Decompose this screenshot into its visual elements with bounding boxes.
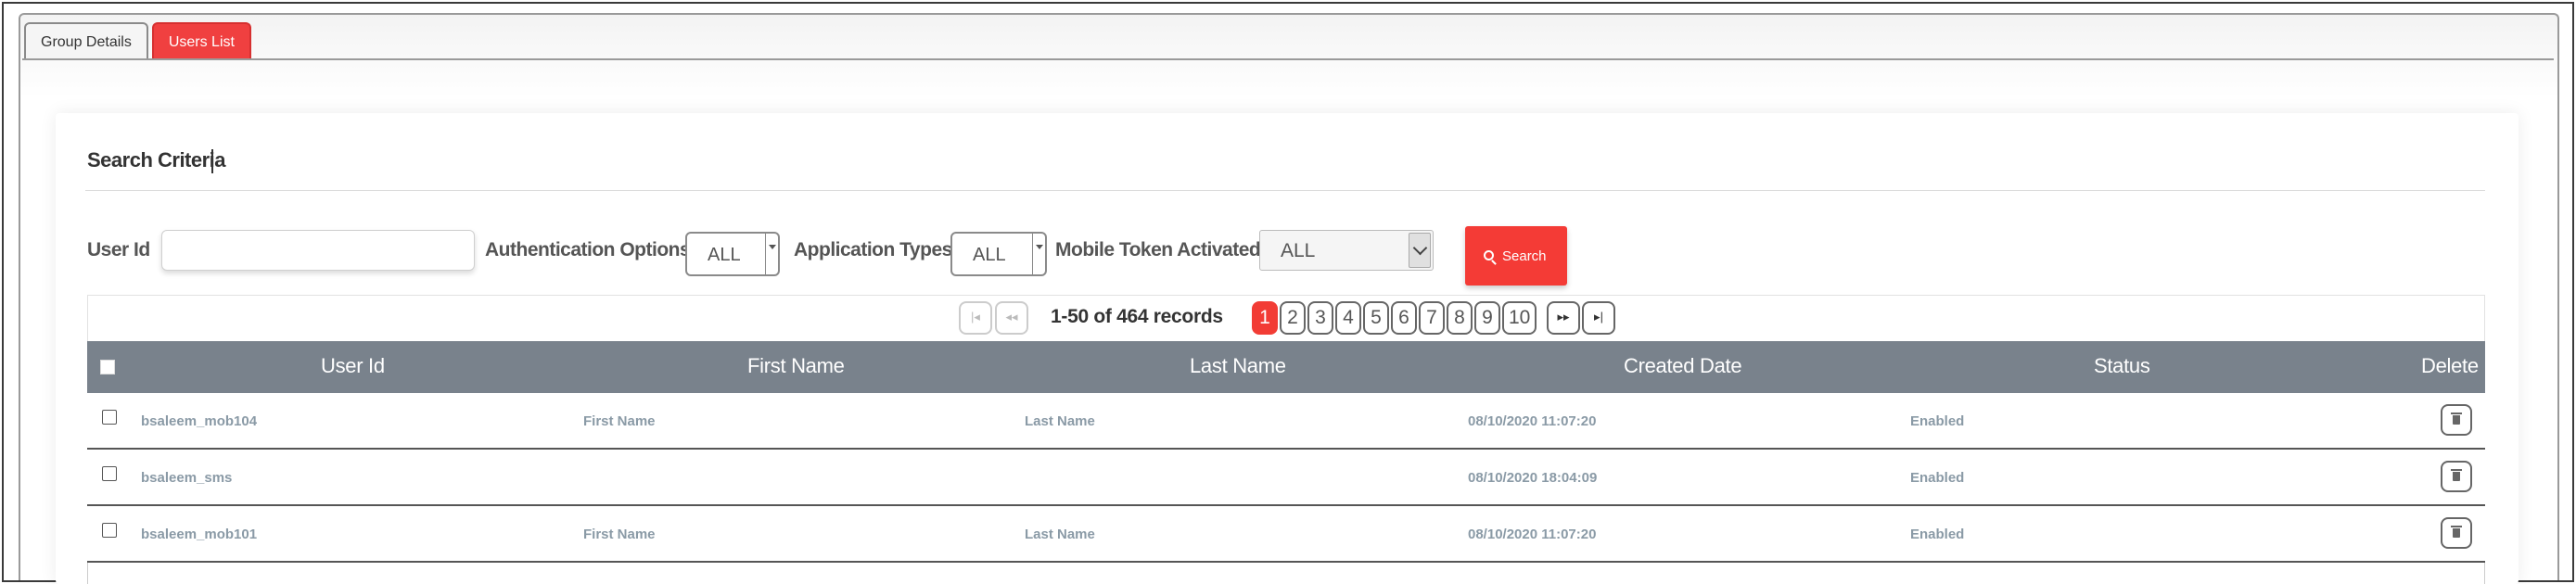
app-types-select[interactable]: ALL xyxy=(950,232,1047,276)
prev-page-icon[interactable]: ◂◂ xyxy=(995,301,1028,335)
trash-icon xyxy=(2451,526,2462,538)
tab-divider xyxy=(22,58,2554,60)
page-9-button[interactable]: 9 xyxy=(1474,301,1500,335)
chevron-down-icon xyxy=(765,234,778,274)
search-button-label: Search xyxy=(1502,248,1547,264)
delete-button[interactable] xyxy=(2441,461,2472,492)
cell-created-date: 08/10/2020 18:04:09 xyxy=(1468,470,1598,486)
tab-users-list[interactable]: Users List xyxy=(151,22,251,59)
chevron-down-icon xyxy=(1409,233,1431,268)
cell-first-name: First Name xyxy=(583,527,656,542)
table-row[interactable]: bsaleem_mob104 First Name Last Name 08/1… xyxy=(87,393,2485,450)
cell-user-id: bsaleem_mob104 xyxy=(141,413,258,429)
cell-user-id: bsaleem_sms xyxy=(141,470,233,486)
auth-options-label: Authentication Options xyxy=(485,239,691,260)
delete-button[interactable] xyxy=(2441,404,2472,436)
row-checkbox[interactable] xyxy=(102,410,117,425)
cell-last-name: Last Name xyxy=(1025,413,1095,429)
first-page-icon[interactable]: |◂ xyxy=(959,301,992,335)
search-icon xyxy=(1484,250,1494,260)
page-1-button[interactable]: 1 xyxy=(1252,301,1278,335)
search-button[interactable]: Search xyxy=(1465,226,1567,286)
page-3-button[interactable]: 3 xyxy=(1307,301,1333,335)
text-cursor xyxy=(211,149,213,173)
delete-button[interactable] xyxy=(2441,517,2472,549)
last-page-icon[interactable]: ▸| xyxy=(1582,301,1615,335)
column-created-date[interactable]: Created Date xyxy=(1624,354,1742,378)
select-all-checkbox[interactable] xyxy=(100,360,115,375)
page-numbers: 1 2 3 4 5 6 7 8 9 10 xyxy=(1252,301,1537,335)
app-types-value: ALL xyxy=(973,245,1006,265)
column-first-name[interactable]: First Name xyxy=(747,354,845,378)
page-4-button[interactable]: 4 xyxy=(1335,301,1361,335)
row-checkbox[interactable] xyxy=(102,466,117,481)
cell-status: Enabled xyxy=(1910,527,1965,542)
user-id-label: User Id xyxy=(87,239,150,260)
table-row[interactable]: bsaleem_sms 08/10/2020 18:04:09 Enabled xyxy=(87,450,2485,506)
mobile-token-select[interactable]: ALL xyxy=(1259,230,1434,271)
auth-options-select[interactable]: ALL xyxy=(685,232,780,276)
cell-status: Enabled xyxy=(1910,413,1965,429)
cell-created-date: 08/10/2020 11:07:20 xyxy=(1468,527,1597,542)
trash-icon xyxy=(2451,469,2462,481)
cell-first-name: First Name xyxy=(583,413,656,429)
chevron-down-icon xyxy=(1032,234,1045,274)
cell-user-id: bsaleem_mob101 xyxy=(141,527,258,542)
page-8-button[interactable]: 8 xyxy=(1447,301,1473,335)
cell-last-name: Last Name xyxy=(1025,527,1095,542)
trash-icon xyxy=(2451,413,2462,425)
tab-bar: Group Details Users List xyxy=(24,22,251,59)
mobile-token-value: ALL xyxy=(1281,240,1316,261)
page-10-button[interactable]: 10 xyxy=(1502,301,1537,335)
column-delete: Delete xyxy=(2421,354,2479,377)
column-status[interactable]: Status xyxy=(2094,354,2150,378)
page-7-button[interactable]: 7 xyxy=(1419,301,1445,335)
next-page-icon[interactable]: ▸▸ xyxy=(1547,301,1580,335)
column-last-name[interactable]: Last Name xyxy=(1190,354,1286,378)
column-user-id[interactable]: User Id xyxy=(321,354,385,378)
cell-status: Enabled xyxy=(1910,470,1965,486)
row-checkbox[interactable] xyxy=(102,523,117,538)
table-row[interactable]: bsaleem_mob101 First Name Last Name 08/1… xyxy=(87,506,2485,563)
cell-created-date: 08/10/2020 11:07:20 xyxy=(1468,413,1597,429)
records-count: 1-50 of 464 records xyxy=(1051,306,1223,327)
tab-group-details[interactable]: Group Details xyxy=(24,22,148,59)
search-criteria-title: Search Criteria xyxy=(87,148,226,171)
table-header: User Id First Name Last Name Created Dat… xyxy=(87,341,2485,393)
app-types-label: Application Types xyxy=(794,239,952,260)
page-5-button[interactable]: 5 xyxy=(1363,301,1389,335)
criteria-divider xyxy=(85,190,2485,191)
auth-options-value: ALL xyxy=(708,245,741,265)
page-2-button[interactable]: 2 xyxy=(1280,301,1306,335)
page-6-button[interactable]: 6 xyxy=(1391,301,1417,335)
mobile-token-label: Mobile Token Activated xyxy=(1055,239,1261,260)
user-id-input[interactable] xyxy=(161,230,475,271)
